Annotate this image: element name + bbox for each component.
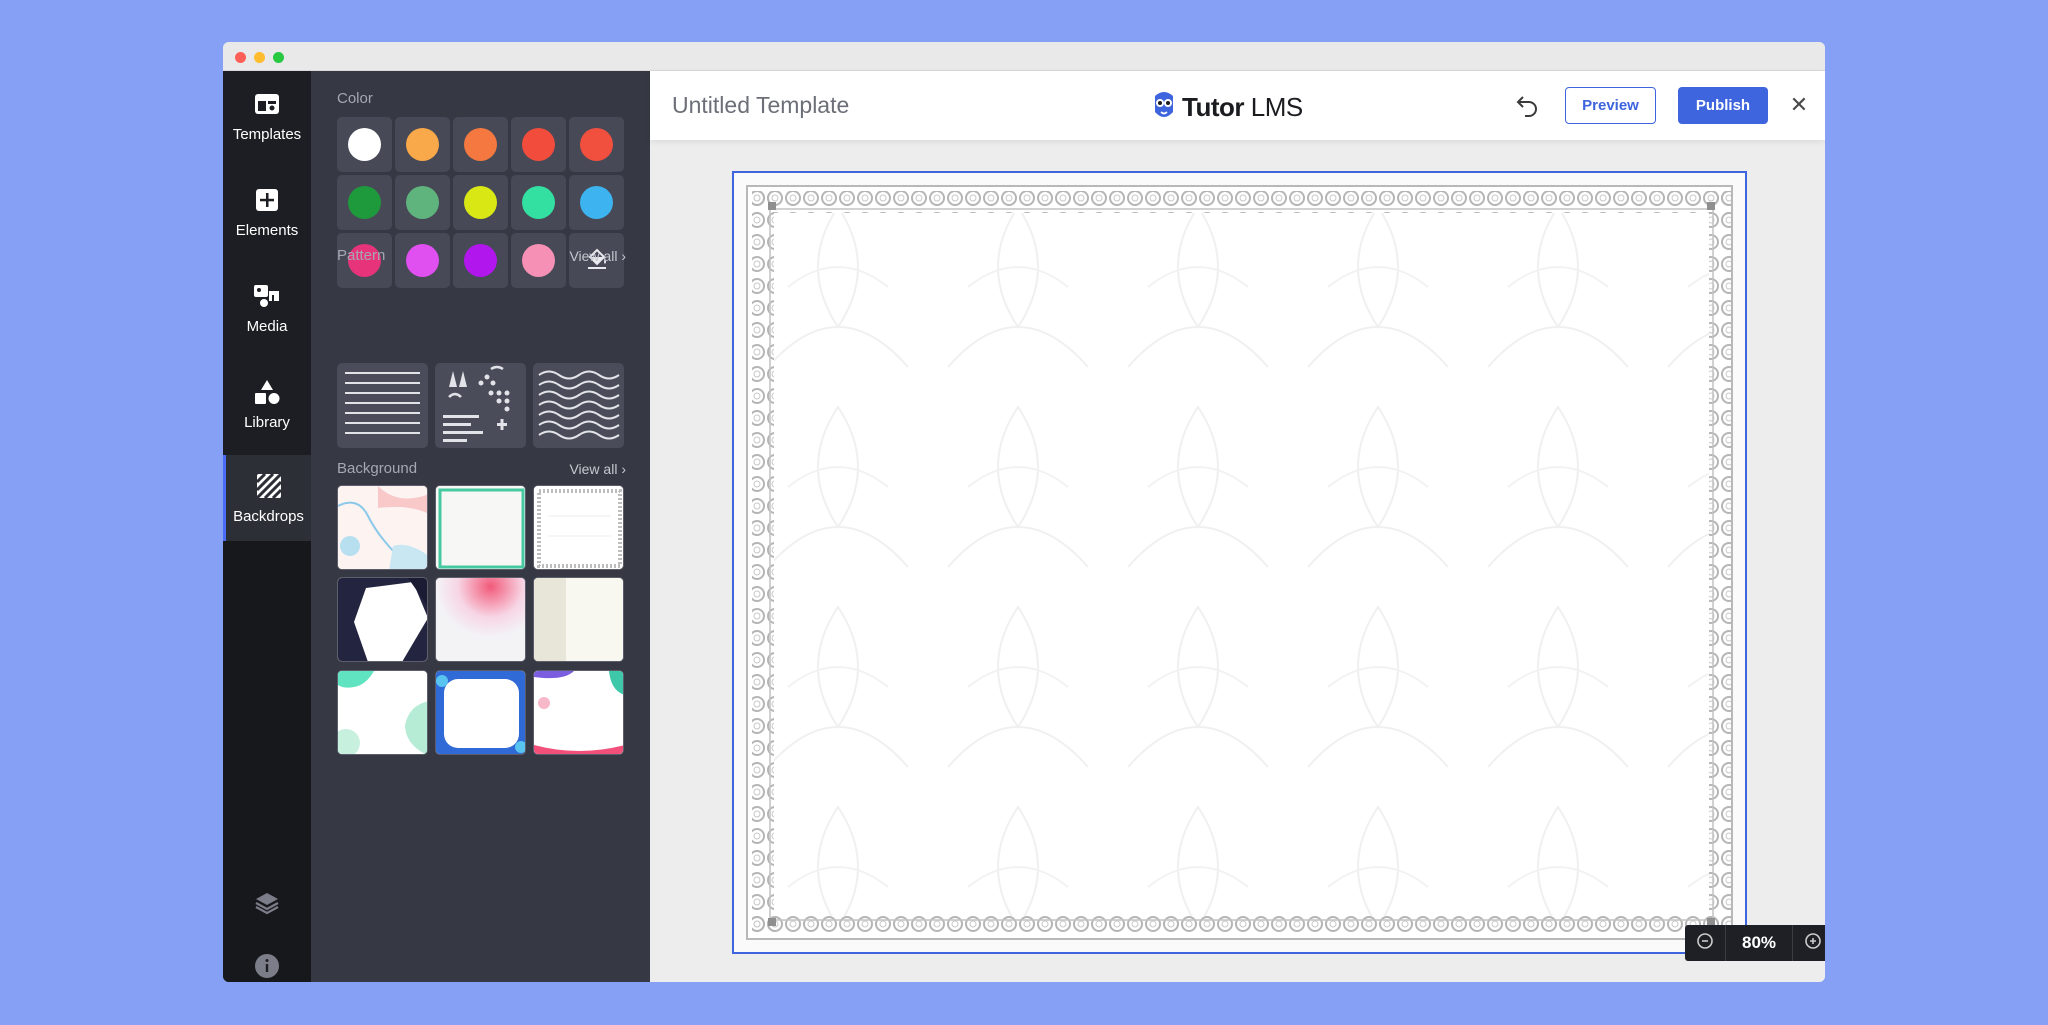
nav-label-elements: Elements [235,221,299,239]
background-tile-3[interactable] [533,485,624,570]
window-titlebar [223,42,1825,71]
layers-button[interactable] [223,891,311,920]
zoom-in-icon [1804,932,1822,955]
background-tile-1[interactable] [337,485,428,570]
editor-topbar: Untitled Template Tutor LMS Preview Publ… [650,71,1825,140]
close-window-button[interactable] [235,52,246,63]
color-dot [522,244,555,277]
color-dot [406,128,439,161]
color-swatch[interactable] [569,117,624,172]
color-dot [348,128,381,161]
shapes-icon [253,378,281,406]
color-swatch[interactable] [453,175,508,230]
undo-button[interactable] [1515,92,1541,118]
plus-square-icon [253,186,281,214]
color-swatch[interactable] [337,117,392,172]
background-tile-5[interactable] [435,577,526,662]
pattern-section-label: Pattern [337,247,386,264]
color-dot [580,128,613,161]
color-dot [522,186,555,219]
color-dot [580,186,613,219]
color-swatch[interactable] [511,117,566,172]
background-tile-6[interactable] [533,577,624,662]
preview-button[interactable]: Preview [1565,87,1656,124]
zoom-out-button[interactable] [1685,925,1725,961]
color-dot [348,186,381,219]
background-view-all-label: View all [569,461,618,477]
info-button[interactable] [223,953,311,982]
background-tile-9[interactable] [533,670,624,755]
nav-label-templates: Templates [232,125,302,143]
zoom-in-button[interactable] [1793,925,1825,961]
pattern-tile-waves[interactable] [533,363,624,448]
background-tile-7[interactable] [337,670,428,755]
pattern-view-all-link[interactable]: View all › [569,248,626,264]
color-swatch[interactable] [453,233,508,288]
undo-icon [1515,96,1541,122]
pattern-tile-shapes[interactable] [435,363,526,448]
color-swatch[interactable] [511,175,566,230]
background-tile-8[interactable] [435,670,526,755]
backdrops-panel: Color Pattern View all › Background View… [311,71,716,982]
publish-button[interactable]: Publish [1678,87,1768,124]
minimize-window-button[interactable] [254,52,265,63]
owl-logo-icon [1152,90,1176,125]
zoom-level: 80% [1725,925,1793,961]
color-swatch[interactable] [337,175,392,230]
nav-label-backdrops: Backdrops [233,507,304,525]
color-dot [464,186,497,219]
nav-label-media: Media [246,317,288,335]
maximize-window-button[interactable] [273,52,284,63]
color-dot [464,128,497,161]
nav-library[interactable]: Library [223,359,311,449]
certificate-backdrop [746,185,1733,940]
color-dot [406,186,439,219]
template-title[interactable]: Untitled Template [672,92,849,119]
certificate-canvas[interactable] [732,171,1747,954]
nav-templates[interactable]: Templates [223,71,311,161]
nav-media[interactable]: Media [223,263,311,353]
nav-rail: Templates Elements Media Library Backdro… [223,71,311,982]
color-dot [464,244,497,277]
logo-wordmark: Tutor LMS [1182,92,1303,123]
tutor-lms-logo: Tutor LMS [1152,90,1303,125]
zoom-control: 80% [1685,925,1825,961]
info-icon [254,953,280,982]
color-dot [522,128,555,161]
color-swatch[interactable] [453,117,508,172]
stripes-icon [255,472,283,500]
background-tile-4[interactable] [337,577,428,662]
editor-main: Untitled Template Tutor LMS Preview Publ… [650,71,1825,982]
color-dot [406,244,439,277]
color-swatch[interactable] [569,175,624,230]
nav-elements[interactable]: Elements [223,167,311,257]
templates-icon [253,90,281,118]
pattern-view-all-label: View all [569,248,618,264]
ornamental-border [752,191,1731,938]
nav-backdrops[interactable]: Backdrops [223,455,311,541]
color-section-label: Color [337,90,373,107]
close-icon[interactable]: ✕ [1787,93,1811,117]
background-tile-2[interactable] [435,485,526,570]
nav-label-library: Library [244,413,290,431]
app-window: Templates Elements Media Library Backdro… [223,42,1825,982]
logo-wordmark-bold: Tutor [1182,92,1245,122]
color-swatch[interactable] [395,233,450,288]
background-view-all-link[interactable]: View all › [569,461,626,477]
background-section-label: Background [337,460,418,477]
logo-wordmark-light: LMS [1250,92,1303,122]
layers-icon [254,891,280,920]
color-swatch[interactable] [395,117,450,172]
color-swatch[interactable] [395,175,450,230]
color-swatch[interactable] [511,233,566,288]
media-icon [253,282,281,310]
pattern-tile-lines[interactable] [337,363,428,448]
zoom-out-icon [1696,932,1714,955]
